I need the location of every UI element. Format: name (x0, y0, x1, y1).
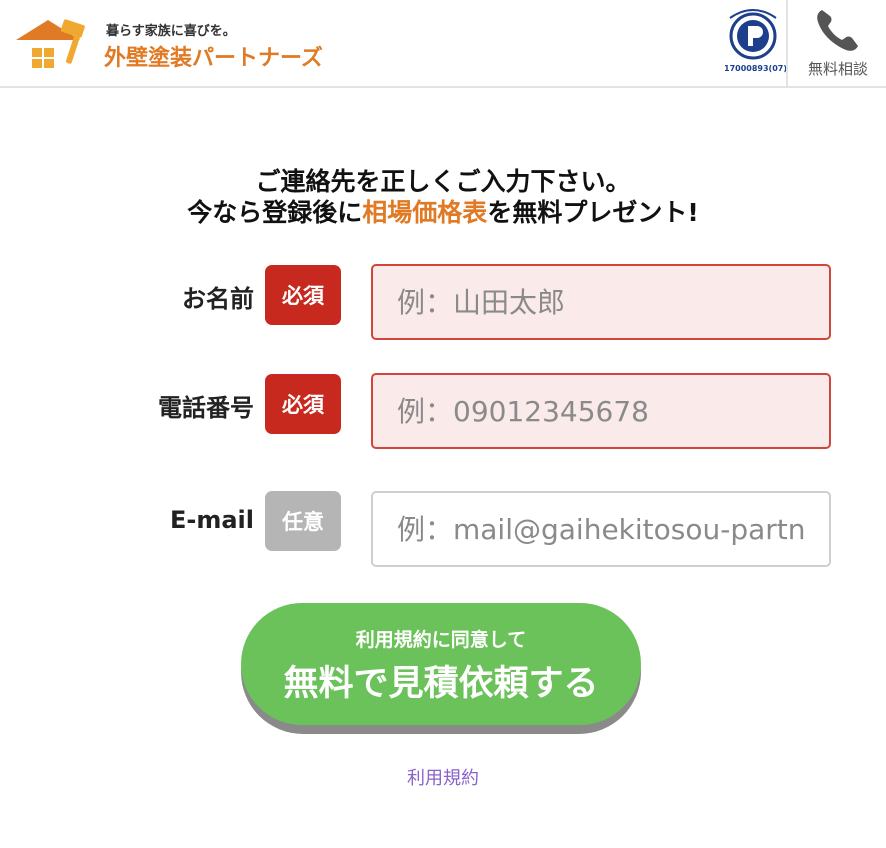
terms-container: 利用規約 (0, 764, 886, 790)
heading-line-1: ご連絡先を正しくご入力下さい。 (255, 167, 631, 196)
phone-number-label: 電話番号 (158, 394, 254, 422)
privacy-registration-number: 17000893(07) (724, 64, 787, 73)
phone-icon (817, 10, 858, 51)
submit-main-label: 無料で見積依頼する (283, 664, 599, 703)
name-input[interactable] (371, 264, 831, 340)
terms-link[interactable]: 利用規約 (407, 768, 479, 789)
required-badge: 必須 (265, 374, 341, 434)
site-header: 暮らす家族に喜びを。 外壁塗装パートナーズ 17000893(07) 無料相談 (0, 0, 886, 88)
email-input[interactable] (371, 491, 831, 567)
site-logo[interactable]: 暮らす家族に喜びを。 外壁塗装パートナーズ (14, 12, 334, 74)
phone-label: 無料相談 (807, 60, 868, 78)
email-label: E-mail (169, 506, 254, 534)
heading-accent: 相場価格表 (362, 198, 488, 227)
logo-name: 外壁塗装パートナーズ (104, 46, 323, 71)
free-consultation-button[interactable]: 無料相談 (786, 0, 886, 88)
email-row: E-mail 任意 (0, 491, 886, 567)
optional-badge: 任意 (265, 491, 341, 551)
privacy-mark-icon (729, 9, 777, 60)
heading-line-2: 今なら登録後に相場価格表を無料プレゼント! (0, 197, 886, 228)
privacy-mark[interactable]: 17000893(07) (724, 6, 787, 78)
submit-estimate-button[interactable]: 利用規約に同意して 無料で見積依頼する (241, 603, 641, 725)
phone-row: 電話番号 必須 (0, 373, 886, 449)
submit-sub-label: 利用規約に同意して (355, 630, 527, 651)
name-row: お名前 必須 (0, 264, 886, 340)
logo-tagline: 暮らす家族に喜びを。 (106, 24, 236, 39)
heading-line-2-before: 今なら登録後に (187, 198, 363, 227)
heading-line-2-after: を無料プレゼント! (487, 198, 699, 227)
form-heading: ご連絡先を正しくご入力下さい。 今なら登録後に相場価格表を無料プレゼント! (0, 166, 886, 228)
name-label: お名前 (182, 285, 254, 313)
phone-input[interactable] (371, 373, 831, 449)
required-badge: 必須 (265, 265, 341, 325)
house-paintbrush-icon (16, 19, 85, 72)
